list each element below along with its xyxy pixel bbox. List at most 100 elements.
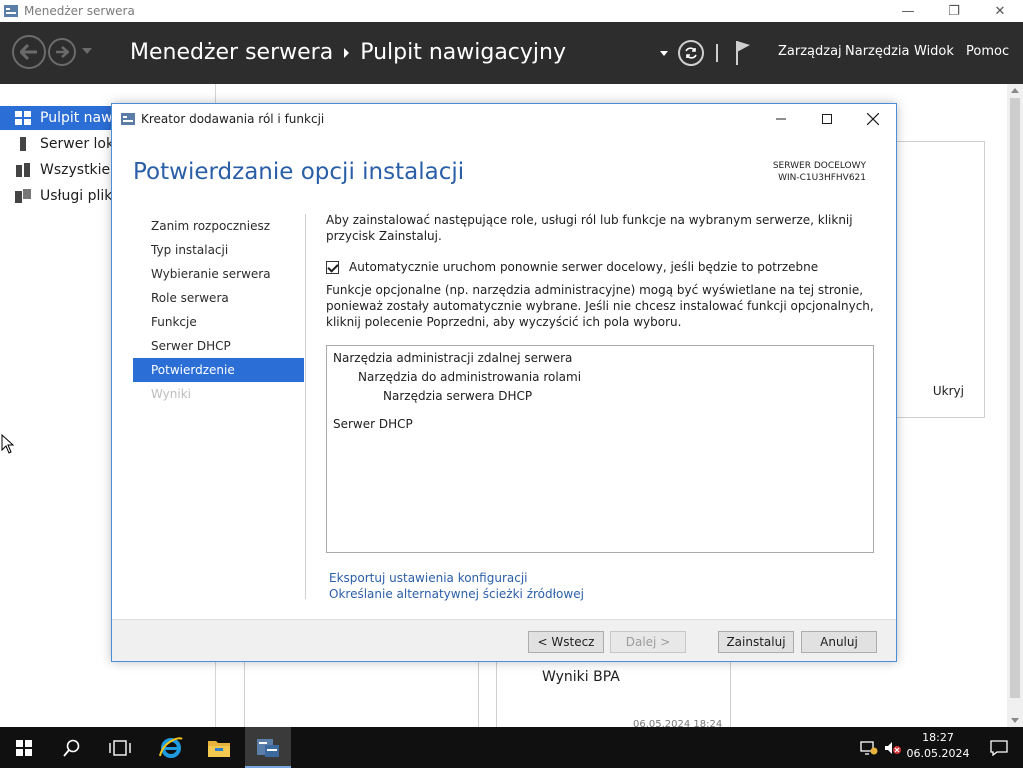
- clock-date: 06.05.2024: [906, 747, 970, 760]
- wizard-heading: Potwierdzanie opcji instalacji: [133, 159, 465, 185]
- menu-manage[interactable]: Zarządzaj: [778, 44, 842, 59]
- taskbar: 18:27 06.05.2024: [0, 727, 1023, 768]
- alternate-source-link[interactable]: Określanie alternatywnej ścieżki źródłow…: [329, 586, 584, 602]
- action-center-button[interactable]: [975, 727, 1023, 768]
- steps-divider: [305, 214, 306, 599]
- breadcrumb: Menedżer serwera Pulpit nawigacyjny: [130, 40, 566, 65]
- scroll-down-icon[interactable]: [1011, 718, 1019, 723]
- internet-explorer-button[interactable]: [148, 727, 194, 768]
- taskbar-clock[interactable]: 18:27 06.05.2024: [906, 730, 970, 762]
- step-server-roles[interactable]: Role serwera: [133, 286, 304, 310]
- minimize-icon: [776, 118, 786, 120]
- wizard-footer: < Wstecz Dalej > Zainstaluj Anuluj: [112, 619, 896, 661]
- file-services-icon: [15, 189, 31, 203]
- menu-help[interactable]: Pomoc: [966, 44, 1009, 59]
- clock-time: 18:27: [922, 731, 954, 744]
- restart-checkbox-label[interactable]: Automatycznie uruchom ponownie serwer do…: [349, 260, 818, 274]
- start-button[interactable]: [0, 727, 48, 768]
- wizard-close-button[interactable]: [850, 104, 896, 134]
- dashboard-tile: [244, 662, 479, 732]
- menu-view[interactable]: Widok: [914, 44, 954, 59]
- restart-option[interactable]: Automatycznie uruchom ponownie serwer do…: [326, 260, 818, 274]
- step-confirmation[interactable]: Potwierdzenie: [133, 358, 304, 382]
- export-config-link[interactable]: Eksportuj ustawienia konfiguracji: [329, 570, 584, 586]
- task-view-icon: [109, 739, 131, 756]
- wizard-titlebar: Kreator dodawania ról i funkcji: [112, 104, 896, 134]
- list-item: Narzędzia do administrowania rolami: [358, 370, 582, 384]
- maximize-icon: [822, 114, 832, 124]
- task-view-button[interactable]: [96, 727, 144, 768]
- breadcrumb-separator-icon: [344, 47, 350, 58]
- header-divider: [716, 44, 718, 62]
- breadcrumb-app[interactable]: Menedżer serwera: [130, 40, 333, 65]
- server-manager-taskbar-button[interactable]: [245, 727, 291, 768]
- close-button[interactable]: ✕: [977, 0, 1023, 22]
- destination-server: SERWER DOCELOWY WIN-C1U3HFHV621: [773, 160, 866, 184]
- wizard-content: Aby zainstalować następujące role, usług…: [326, 212, 874, 601]
- hide-link[interactable]: Ukryj: [933, 384, 964, 398]
- wizard-maximize-button[interactable]: [804, 104, 850, 134]
- forward-arrow-icon: [56, 46, 69, 58]
- refresh-arrows-icon: [685, 47, 697, 59]
- step-dhcp-server[interactable]: Serwer DHCP: [133, 334, 304, 358]
- install-selection-list[interactable]: Narzędzia administracji zdalnej serwera …: [326, 345, 874, 553]
- network-tray-button[interactable]: [858, 727, 880, 768]
- breadcrumb-page: Pulpit nawigacyjny: [360, 40, 566, 65]
- previous-button[interactable]: < Wstecz: [528, 631, 604, 653]
- network-icon: [860, 740, 878, 755]
- step-before-you-begin[interactable]: Zanim rozpoczniesz: [133, 214, 304, 238]
- scroll-up-icon[interactable]: [1011, 88, 1019, 93]
- back-arrow-icon: [20, 44, 37, 60]
- server-manager-icon: [257, 738, 279, 757]
- file-explorer-icon: [208, 740, 230, 757]
- next-button: Dalej >: [610, 631, 686, 653]
- local-server-icon: [20, 137, 26, 151]
- bpa-results-label[interactable]: Wyniki BPA: [542, 669, 620, 685]
- minimize-button[interactable]: —: [885, 0, 931, 22]
- wizard-app-icon: [121, 113, 135, 125]
- scrollbar-thumb[interactable]: [1010, 98, 1020, 698]
- history-dropdown-icon[interactable]: [82, 48, 92, 54]
- back-button[interactable]: [12, 35, 46, 69]
- vertical-scrollbar[interactable]: [1007, 84, 1023, 727]
- search-button[interactable]: [48, 727, 96, 768]
- step-server-selection[interactable]: Wybieranie serwera: [133, 262, 304, 286]
- list-item: Serwer DHCP: [333, 417, 413, 431]
- wizard-title: Kreator dodawania ról i funkcji: [141, 112, 325, 126]
- list-item: Narzędzia administracji zdalnej serwera: [333, 351, 573, 365]
- intro-text: Aby zainstalować następujące role, usług…: [326, 213, 853, 243]
- sidebar-item-label: Usługi plikó: [40, 188, 121, 204]
- cancel-button[interactable]: Anuluj: [801, 631, 877, 653]
- wizard-minimize-button[interactable]: [758, 104, 804, 134]
- menu-tools[interactable]: Narzędzia: [845, 44, 910, 59]
- volume-tray-button[interactable]: [882, 727, 904, 768]
- destination-server-name: WIN-C1U3HFHV621: [778, 173, 866, 183]
- restore-button[interactable]: ❐: [931, 0, 977, 22]
- windows-logo-icon: [16, 739, 32, 756]
- volume-muted-icon: [885, 741, 901, 754]
- window-title: Menedżer serwera: [24, 4, 135, 18]
- wizard-steps: Zanim rozpoczniesz Typ instalacji Wybier…: [133, 214, 304, 406]
- search-icon: [63, 739, 80, 757]
- dashboard-tile: Wyniki BPA 06.05.2024 18:24: [496, 662, 731, 732]
- notifications-icon: [990, 739, 1008, 756]
- restart-checkbox[interactable]: [326, 260, 339, 274]
- internet-explorer-icon: [159, 736, 183, 758]
- install-button[interactable]: Zainstaluj: [718, 631, 794, 653]
- step-results: Wyniki: [151, 387, 191, 401]
- file-explorer-button[interactable]: [196, 727, 242, 768]
- refresh-icon[interactable]: [678, 40, 704, 66]
- add-roles-wizard-dialog: Kreator dodawania ról i funkcji Potwierd…: [111, 103, 897, 662]
- step-features[interactable]: Funkcje: [133, 310, 304, 334]
- forward-button[interactable]: [48, 38, 76, 66]
- sidebar-item-label: Wszystkie s: [40, 162, 122, 178]
- header-dropdown-icon[interactable]: [660, 50, 668, 56]
- optional-features-note: Funkcje opcjonalne (np. narzędzia admini…: [326, 283, 874, 329]
- all-servers-icon: [16, 163, 30, 177]
- wizard-links: Eksportuj ustawienia konfiguracji Określ…: [329, 570, 584, 602]
- mouse-cursor-icon: [1, 434, 15, 454]
- step-installation-type[interactable]: Typ instalacji: [133, 238, 304, 262]
- close-icon: [867, 113, 879, 125]
- server-manager-app-icon: [4, 5, 18, 17]
- notifications-flag-icon[interactable]: [732, 40, 754, 66]
